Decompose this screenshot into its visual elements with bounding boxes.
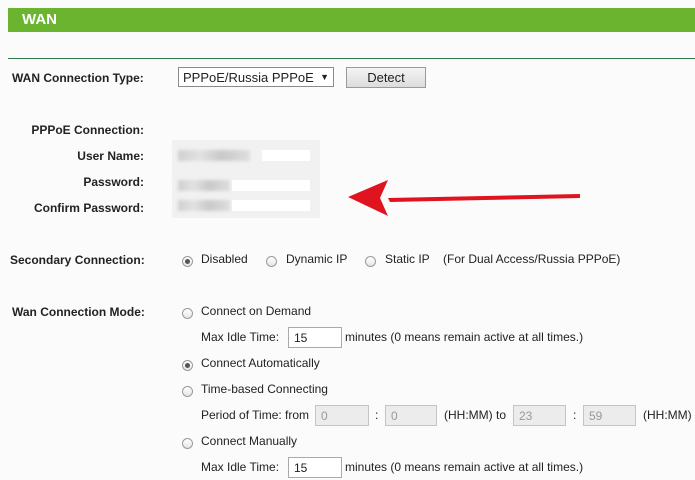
radio-connect-on-demand[interactable] bbox=[182, 308, 193, 319]
wan-type-label: WAN Connection Type: bbox=[12, 71, 144, 85]
colon-sep: : bbox=[573, 408, 577, 422]
hhmm-to-label: (HH:MM) to bbox=[444, 408, 506, 422]
username-field-edge bbox=[262, 150, 310, 161]
max-idle-input-manual[interactable]: 15 bbox=[288, 457, 342, 478]
wan-type-value: PPPoE/Russia PPPoE bbox=[183, 70, 314, 85]
radio-static-ip[interactable] bbox=[365, 256, 376, 267]
max-idle-label: Max Idle Time: bbox=[201, 460, 280, 474]
max-idle-label: Max Idle Time: bbox=[201, 330, 280, 344]
wan-type-select[interactable]: PPPoE/Russia PPPoE ▼ bbox=[178, 67, 334, 87]
password-field-edge bbox=[232, 180, 310, 191]
radio-dynamic-ip[interactable] bbox=[266, 256, 277, 267]
radio-disabled[interactable] bbox=[182, 256, 193, 267]
page-title: WAN bbox=[22, 11, 57, 28]
connect-automatically-label: Connect Automatically bbox=[201, 356, 320, 370]
radio-time-based[interactable] bbox=[182, 386, 193, 397]
password-label: Password: bbox=[83, 175, 144, 189]
confirm-password-field-edge bbox=[232, 200, 310, 211]
detect-button[interactable]: Detect bbox=[346, 67, 426, 88]
divider bbox=[8, 58, 695, 59]
time-based-label: Time-based Connecting bbox=[201, 382, 328, 396]
from-minute-input[interactable]: 0 bbox=[385, 405, 437, 426]
connect-on-demand-label: Connect on Demand bbox=[201, 304, 312, 318]
to-hour-input[interactable]: 23 bbox=[513, 405, 566, 426]
radio-static-ip-label: Static IP bbox=[385, 252, 430, 266]
username-input[interactable] bbox=[178, 150, 250, 161]
mode-label: Wan Connection Mode: bbox=[12, 305, 145, 319]
hhmm-label: (HH:MM) bbox=[643, 408, 692, 422]
secondary-note: (For Dual Access/Russia PPPoE) bbox=[443, 252, 621, 266]
radio-connect-manually[interactable] bbox=[182, 438, 193, 449]
dropdown-arrow-icon: ▼ bbox=[320, 72, 329, 82]
username-label: User Name: bbox=[77, 149, 144, 163]
max-idle-note: minutes (0 means remain active at all ti… bbox=[345, 460, 584, 474]
radio-connect-automatically[interactable] bbox=[182, 360, 193, 371]
secondary-label: Secondary Connection: bbox=[10, 253, 145, 267]
radio-disabled-label: Disabled bbox=[201, 252, 248, 266]
connect-manually-label: Connect Manually bbox=[201, 434, 298, 448]
radio-dynamic-ip-label: Dynamic IP bbox=[286, 252, 348, 266]
confirm-password-label: Confirm Password: bbox=[33, 201, 144, 215]
pppoe-heading: PPPoE Connection: bbox=[31, 123, 144, 137]
password-input[interactable] bbox=[178, 180, 230, 191]
max-idle-note: minutes (0 means remain active at all ti… bbox=[345, 330, 584, 344]
to-minute-input[interactable]: 59 bbox=[583, 405, 636, 426]
max-idle-input[interactable]: 15 bbox=[288, 327, 342, 348]
red-arrow-icon bbox=[348, 180, 580, 216]
from-hour-input[interactable]: 0 bbox=[315, 405, 369, 426]
period-label: Period of Time: from bbox=[201, 408, 310, 422]
confirm-password-input[interactable] bbox=[178, 200, 230, 211]
page-header: WAN bbox=[8, 8, 695, 32]
colon-sep: : bbox=[375, 408, 379, 422]
